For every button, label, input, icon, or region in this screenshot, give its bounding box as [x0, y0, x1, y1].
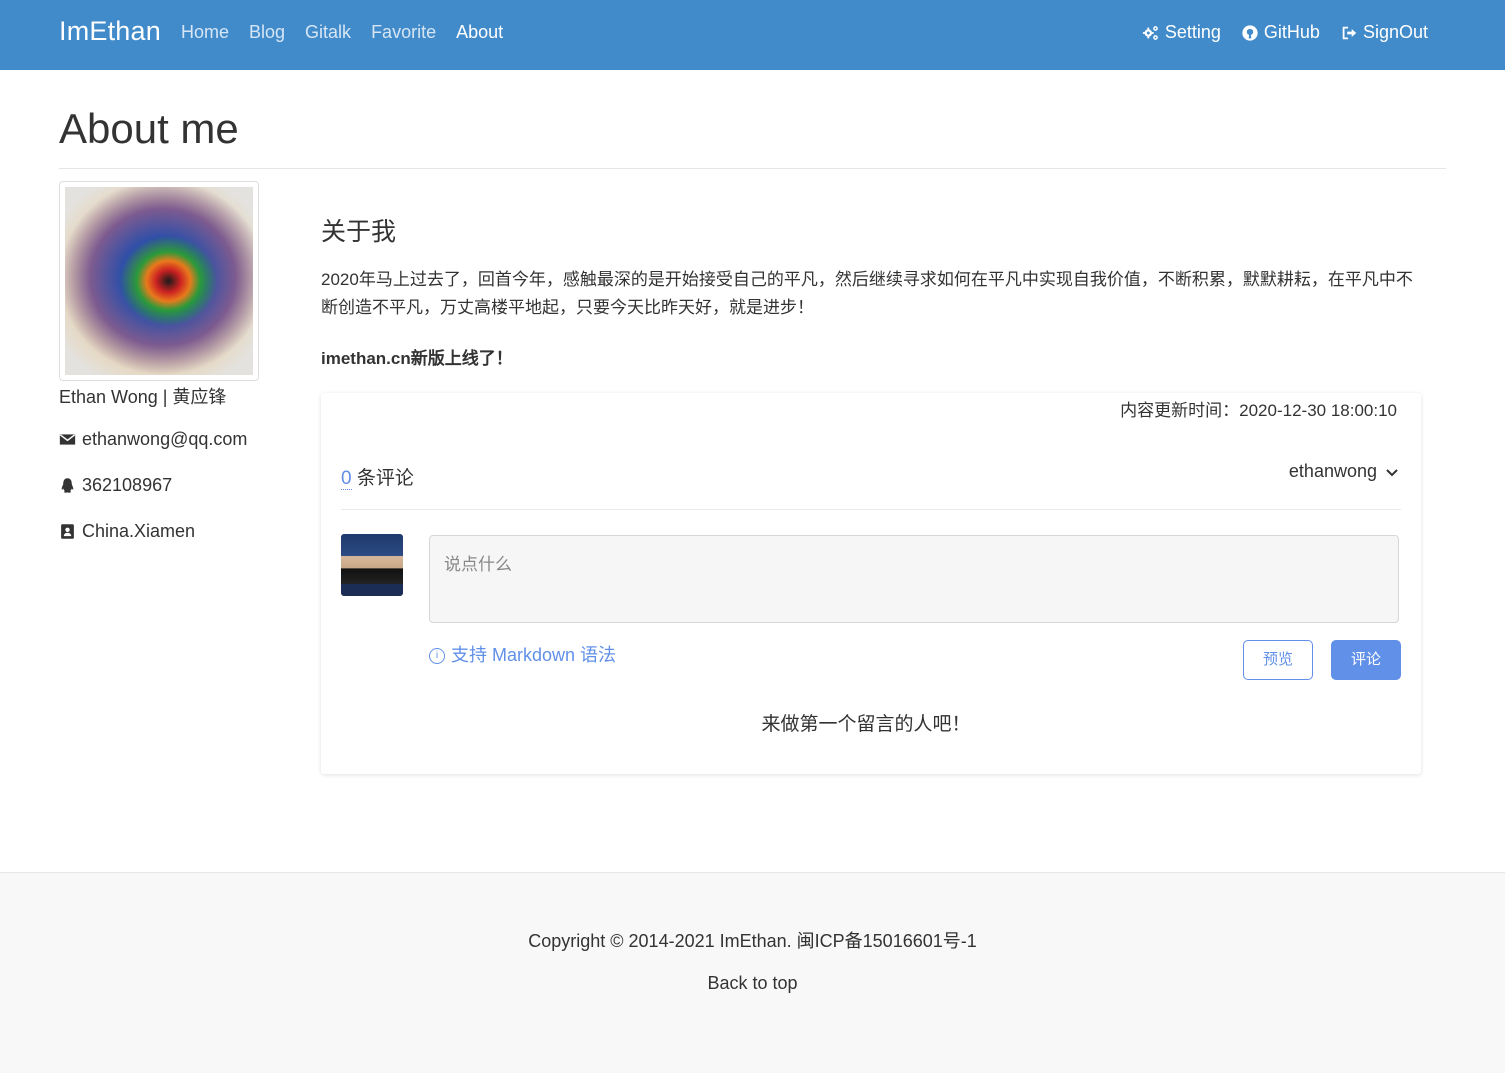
nav-about[interactable]: About — [456, 22, 503, 43]
user-dropdown[interactable]: ethanwong — [1289, 461, 1399, 482]
setting-label: Setting — [1164, 22, 1221, 42]
brand-logo[interactable]: ImEthan — [59, 16, 161, 47]
comment-count: 0 条评论 — [341, 463, 414, 490]
username: ethanwong — [1288, 461, 1377, 481]
comment-panel: 内容更新时间：2020-12-30 18:00:10 0 条评论 ethanwo… — [321, 393, 1421, 774]
nav-home[interactable]: Home — [181, 22, 229, 43]
github-link[interactable]: GitHub — [1241, 22, 1320, 43]
main-nav: Home Blog Gitalk Favorite About — [181, 22, 503, 43]
header-divider — [59, 168, 1446, 169]
about-paragraph: 2020年马上过去了，回首今年，感触最深的是开始接受自己的平凡，然后继续寻求如何… — [321, 270, 1413, 317]
location-line: China.Xiamen — [59, 521, 195, 542]
profile-photo-image — [65, 187, 253, 375]
location-text: China.Xiamen — [82, 521, 196, 541]
nav-gitalk[interactable]: Gitalk — [305, 22, 351, 43]
github-icon — [1242, 24, 1258, 41]
content-update-time: 内容更新时间：2020-12-30 18:00:10 — [1120, 401, 1397, 420]
signout-link[interactable]: SignOut — [1340, 22, 1428, 43]
qq-number: 362108967 — [82, 475, 173, 495]
comment-header-divider — [341, 509, 1401, 510]
about-heading: 关于我 — [321, 218, 397, 246]
user-nav: Setting GitHub SignOut — [1142, 22, 1428, 43]
site-launch-notice: imethan.cn新版上线了！ — [321, 349, 513, 368]
markdown-help-link[interactable]: i 支持 Markdown 语法 — [429, 641, 616, 667]
footer: Copyright © 2014-2021 ImEthan. 闽ICP备1501… — [0, 872, 1505, 1073]
gears-icon — [1142, 25, 1158, 40]
markdown-help-label: 支持 Markdown 语法 — [451, 645, 617, 665]
copyright-text: Copyright © 2014-2021 ImEthan. 闽ICP备1501… — [528, 931, 977, 951]
back-to-top-link[interactable]: Back to top — [0, 973, 1505, 994]
qq-line: 362108967 — [59, 475, 172, 496]
email-text[interactable]: ethanwong@qq.com — [82, 429, 247, 450]
nav-blog[interactable]: Blog — [249, 22, 285, 43]
submit-comment-button[interactable]: 评论 — [1331, 640, 1401, 680]
qq-icon — [61, 478, 74, 493]
info-icon: i — [429, 648, 445, 664]
envelope-icon — [59, 434, 76, 445]
preview-button[interactable]: 预览 — [1243, 640, 1313, 680]
chevron-down-icon — [1386, 468, 1398, 476]
comment-count-label: 条评论 — [351, 468, 414, 489]
nav-favorite[interactable]: Favorite — [371, 22, 436, 43]
profile-photo — [59, 181, 259, 381]
navbar: ImEthan Home Blog Gitalk Favorite About … — [0, 0, 1505, 70]
signout-label: SignOut — [1362, 22, 1428, 42]
comment-count-number: 0 — [341, 468, 352, 490]
page-title: About me — [59, 105, 239, 152]
comment-input[interactable] — [429, 535, 1399, 623]
profile-name: Ethan Wong | 黄应锋 — [59, 387, 227, 407]
contact-book-icon — [61, 524, 74, 539]
github-label: GitHub — [1263, 22, 1320, 42]
signout-icon — [1342, 26, 1357, 39]
user-avatar — [341, 534, 403, 596]
setting-link[interactable]: Setting — [1142, 22, 1221, 43]
empty-comments-message: 来做第一个留言的人吧！ — [761, 714, 971, 735]
email-line: ethanwong@qq.com — [59, 429, 247, 450]
